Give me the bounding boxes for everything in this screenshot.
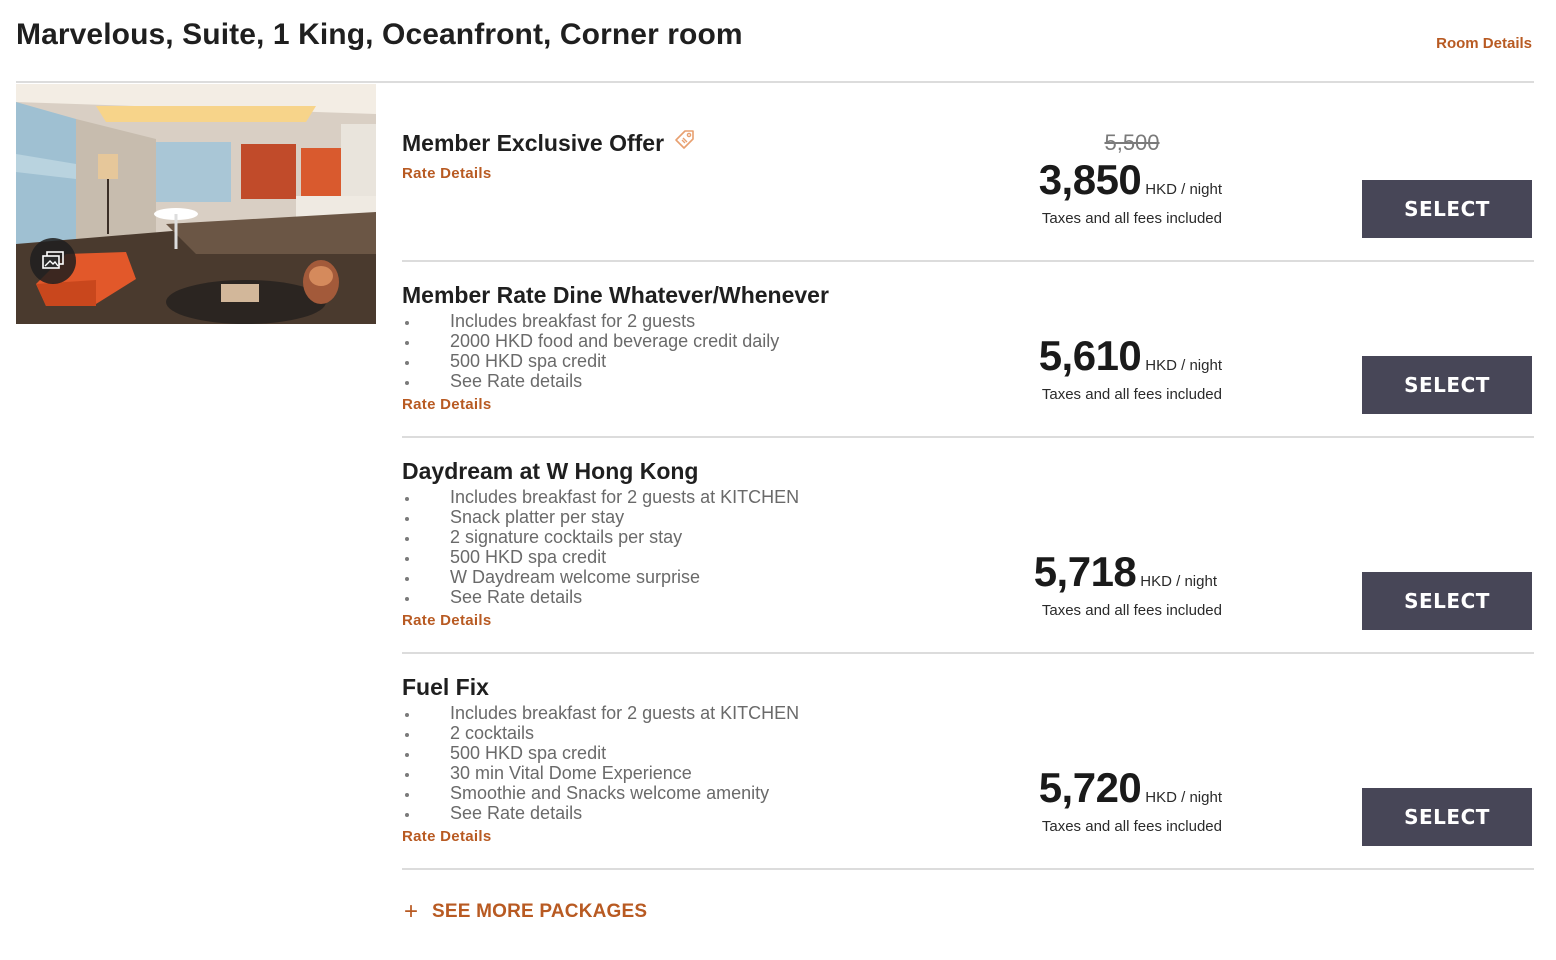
feature-item: Includes breakfast for 2 guests at KITCH… [402,487,799,507]
feature-item: 30 min Vital Dome Experience [402,763,799,783]
room-title: Marvelous, Suite, 1 King, Oceanfront, Co… [16,18,743,51]
feature-item: 500 HKD spa credit [402,743,799,763]
feature-item: W Daydream welcome surprise [402,567,799,587]
rate-name-row: Member Exclusive Offer [402,128,696,158]
rate-row: Daydream at W Hong Kong Includes breakfa… [402,438,1534,654]
feature-list: Includes breakfast for 2 guests at KITCH… [402,487,799,607]
rate-details-link[interactable]: Rate Details [402,165,491,182]
feature-item: 500 HKD spa credit [402,351,829,371]
original-price: 5,500 [1104,130,1160,155]
price-line: 5,610 HKD / night [982,332,1222,380]
feature-item: See Rate details [402,371,829,391]
price-amount: 3,850 [1038,156,1142,203]
photo-gallery-button[interactable] [30,238,76,284]
feature-item: Smoothie and Snacks welcome amenity [402,783,799,803]
select-button[interactable]: SELECT [1362,180,1532,238]
rate-details-link[interactable]: Rate Details [402,396,491,413]
feature-item: See Rate details [402,803,799,823]
price-unit: HKD / night [1140,573,1217,590]
price-block: 5,718 HKD / night Taxes and all fees incl… [977,548,1222,619]
room-rates-page: Marvelous, Suite, 1 King, Oceanfront, Co… [0,0,1556,960]
rate-name: Member Rate Dine Whatever/Whenever [402,282,829,308]
feature-item: 500 HKD spa credit [402,547,799,567]
price-block: 5,720 HKD / night Taxes and all fees incl… [982,764,1222,835]
feature-list: Includes breakfast for 2 guests 2000 HKD… [402,311,829,391]
price-amount: 5,718 [1033,548,1137,595]
select-button[interactable]: SELECT [1362,572,1532,630]
rate-name: Daydream at W Hong Kong [402,458,699,484]
price-block: 5,610 HKD / night Taxes and all fees incl… [982,332,1222,403]
rate-name: Fuel Fix [402,674,489,700]
feature-list: Includes breakfast for 2 guests at KITCH… [402,703,799,823]
rate-details-link[interactable]: Rate Details [402,828,491,845]
feature-item: Snack platter per stay [402,507,799,527]
plus-icon: + [404,898,419,925]
rate-row: Member Rate Dine Whatever/Whenever Inclu… [402,262,1534,438]
rate-row: Fuel Fix Includes breakfast for 2 guests… [402,654,1534,870]
rate-name: Member Exclusive Offer [402,129,665,156]
taxes-note: Taxes and all fees included [1041,210,1222,227]
room-photo[interactable] [16,84,376,324]
price-block: 5,500 3,850 HKD / night Taxes and all fee… [982,130,1222,227]
feature-item: 2000 HKD food and beverage credit daily [402,331,829,351]
rate-row: Member Exclusive Offer Rate Details 5,50… [402,84,1534,262]
feature-item: 2 signature cocktails per stay [402,527,799,547]
price-unit: HKD / night [1145,357,1222,374]
price-line: 5,718 HKD / night [977,548,1217,596]
feature-item: Includes breakfast for 2 guests [402,311,829,331]
price-amount: 5,610 [1038,332,1142,379]
feature-item: Includes breakfast for 2 guests at KITCH… [402,703,799,723]
price-line: 5,720 HKD / night [982,764,1222,812]
select-button[interactable]: SELECT [1362,788,1532,846]
select-button[interactable]: SELECT [1362,356,1532,414]
taxes-note: Taxes and all fees included [1041,386,1222,403]
price-unit: HKD / night [1145,789,1222,806]
price-unit: HKD / night [1145,181,1222,198]
divider [16,81,1534,83]
price-amount: 5,720 [1038,764,1142,811]
rate-details-link[interactable]: Rate Details [402,612,491,629]
tag-icon [672,128,696,158]
feature-item: See Rate details [402,587,799,607]
see-more-packages-label: SEE MORE PACKAGES [432,901,648,922]
taxes-note: Taxes and all fees included [1041,818,1222,835]
room-photo-image [16,84,376,324]
room-details-link[interactable]: Room Details [1436,35,1532,52]
rate-list: Member Exclusive Offer Rate Details 5,50… [402,84,1534,870]
price-line: 3,850 HKD / night [982,156,1222,204]
photo-gallery-icon [42,251,64,269]
feature-item: 2 cocktails [402,723,799,743]
see-more-packages-button[interactable]: + SEE MORE PACKAGES [404,900,647,924]
taxes-note: Taxes and all fees included [1041,602,1222,619]
